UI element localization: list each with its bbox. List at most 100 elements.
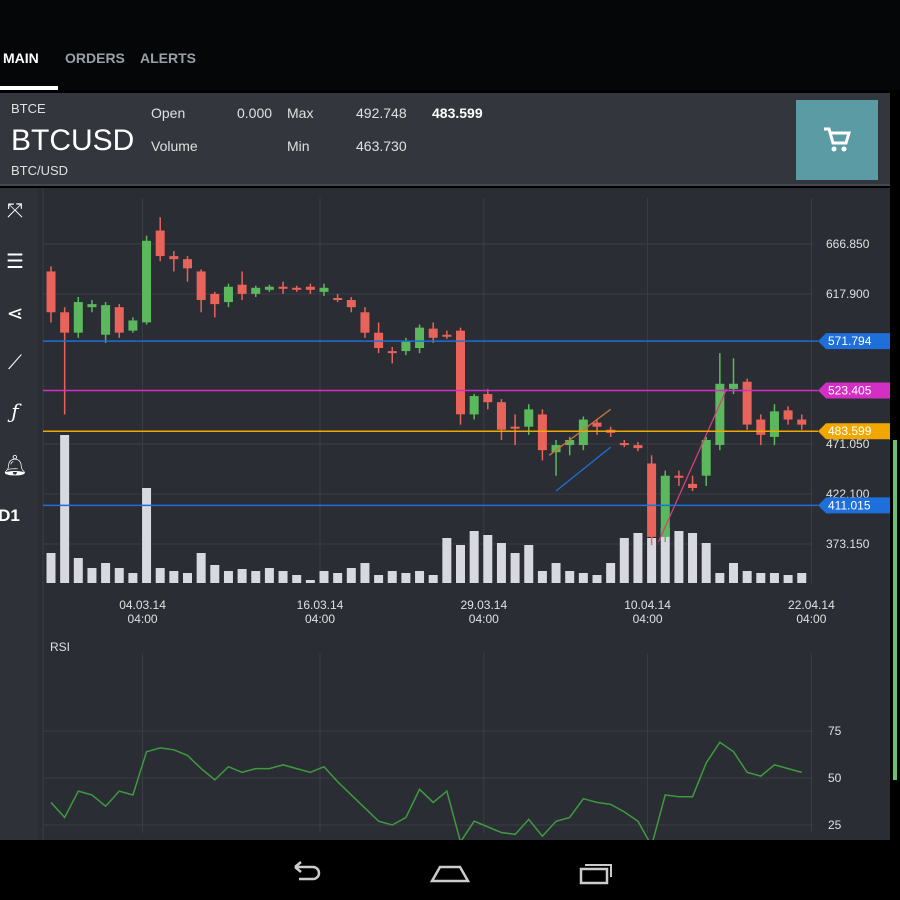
candle-body <box>797 419 807 425</box>
time-axis-label: 04:00 <box>305 612 335 626</box>
candle-body <box>183 259 192 269</box>
chart-area[interactable]: 666.850 617.900 471.050 422.100 373.150 571.7… <box>38 188 890 848</box>
candle-body <box>101 305 111 335</box>
volume-bar <box>292 575 302 583</box>
buy-cart-button[interactable] <box>796 100 878 180</box>
android-nav-bar <box>0 845 900 900</box>
volume-bar <box>606 563 616 583</box>
price-line-label: 523.405 <box>828 384 872 398</box>
fullscreen-icon[interactable]: ⤧ <box>0 196 30 226</box>
volume-bar <box>155 568 165 583</box>
candle-body <box>469 396 479 415</box>
date-axis-label: 16.03.14 <box>297 598 344 612</box>
price-line-label: 571.794 <box>828 334 872 348</box>
time-axis-label: 04:00 <box>128 612 158 626</box>
candle-body <box>401 340 411 352</box>
settings-sliders-icon[interactable]: ☰ <box>0 246 30 276</box>
back-icon <box>294 861 321 881</box>
candle-body <box>319 287 329 292</box>
share-icon[interactable]: ⋖ <box>0 298 30 328</box>
indicator-function-icon[interactable]: ƒ <box>0 396 30 426</box>
candle-body <box>592 422 602 427</box>
volume-bar <box>142 488 152 583</box>
candle-body <box>251 287 261 294</box>
volume-bar <box>483 535 493 583</box>
volume-bar <box>524 545 534 583</box>
volume-bar <box>469 531 479 583</box>
candle-body <box>688 483 698 488</box>
candle-body <box>142 240 152 323</box>
volume-bar <box>60 435 70 583</box>
price-axis-label: 666.850 <box>826 237 870 251</box>
scrollbar[interactable] <box>893 440 897 780</box>
volume-bar <box>114 568 124 583</box>
candle-body <box>73 302 83 333</box>
volume-bar <box>565 571 575 583</box>
volume-bar <box>374 575 384 583</box>
date-axis-label: 10.04.14 <box>624 598 671 612</box>
volume-bar <box>783 575 793 583</box>
volume-bar <box>674 531 684 583</box>
candle-body <box>415 327 425 349</box>
volume-bar <box>196 553 206 583</box>
recent-apps-button[interactable] <box>570 853 620 893</box>
pair-label: BTC/USD <box>11 163 69 178</box>
time-axis-label: 04:00 <box>469 612 499 626</box>
top-tab-bar: MAIN ORDERS ALERTS <box>0 0 900 90</box>
volume-bar <box>237 569 247 583</box>
symbol-title: BTCUSD <box>11 124 135 157</box>
cart-icon <box>824 127 851 152</box>
volume-bar <box>688 533 698 583</box>
volume-bar <box>769 573 779 583</box>
back-button[interactable] <box>280 853 330 893</box>
volume-bar <box>551 563 561 583</box>
candle-body <box>46 271 56 313</box>
volume-bar <box>128 573 138 583</box>
time-axis-label: 04:00 <box>633 612 663 626</box>
candle-body <box>551 445 561 453</box>
candle-body <box>114 307 124 333</box>
rsi-axis-label: 75 <box>828 724 842 738</box>
price-line-label: 411.015 <box>828 498 871 512</box>
volume-label: Volume <box>151 138 198 154</box>
volume-bar <box>537 571 547 583</box>
tab-orders[interactable]: ORDERS <box>65 50 125 66</box>
candle-body <box>537 414 547 451</box>
candle-body <box>305 286 315 290</box>
draw-line-icon[interactable]: ⟋ <box>0 348 30 378</box>
active-tab-indicator <box>0 86 58 90</box>
min-label: Min <box>287 138 310 154</box>
volume-bar <box>496 543 506 583</box>
time-axis-label: 04:00 <box>796 612 826 626</box>
volume-bar <box>401 573 411 583</box>
max-label: Max <box>287 105 314 121</box>
candle-body <box>360 312 370 333</box>
date-axis-label: 22.04.14 <box>788 598 835 612</box>
candle-body <box>647 463 657 537</box>
timeframe-button[interactable]: D1 <box>0 501 24 531</box>
volume-bar <box>415 571 425 583</box>
candle-body <box>715 383 725 445</box>
volume-bar <box>251 571 261 583</box>
candle-body <box>155 230 165 257</box>
candle-body <box>169 256 179 260</box>
chart-toolbar: ⤧ ☰ ⋖ ⟋ ƒ 🔔︎ D1 <box>0 188 38 840</box>
volume-bar <box>756 573 766 583</box>
chart-canvas[interactable]: 666.850617.900471.050422.100373.150571.7… <box>38 188 890 848</box>
volume-bar <box>319 571 329 583</box>
candle-body <box>456 330 465 415</box>
alert-bell-icon[interactable]: 🔔︎ <box>0 450 30 480</box>
volume-bar <box>223 571 233 583</box>
volume-bar <box>578 573 588 583</box>
tab-alerts[interactable]: ALERTS <box>140 50 196 66</box>
date-axis-label: 04.03.14 <box>119 598 166 612</box>
open-value: 0.000 <box>237 105 273 121</box>
candle-body <box>496 402 506 430</box>
candle-body <box>483 394 493 403</box>
candle-body <box>128 320 138 331</box>
home-button[interactable] <box>425 853 475 893</box>
volume-bar <box>729 563 738 583</box>
candle-body <box>87 304 97 308</box>
tab-main[interactable]: MAIN <box>3 50 39 66</box>
candle-body <box>701 439 711 476</box>
